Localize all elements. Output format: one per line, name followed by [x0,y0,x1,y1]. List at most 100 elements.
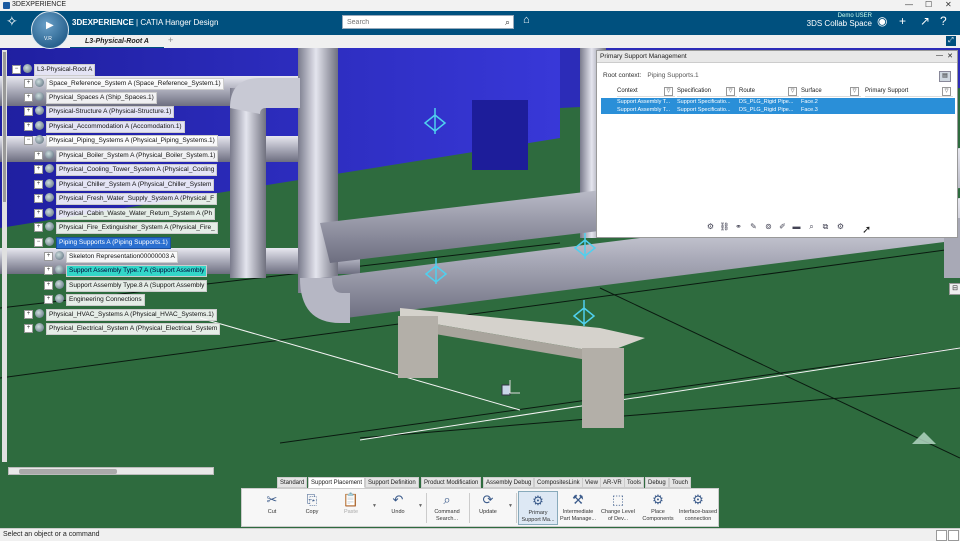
tree-node-label[interactable]: Physical_Fresh_Water_Supply_System A (Ph… [56,193,218,205]
tree-node-label[interactable]: Physical-Structure A (Physical-Structure… [46,106,175,118]
link-icon[interactable]: ⛓ [719,221,730,232]
expand-toggle[interactable]: + [34,194,43,203]
undo-button[interactable]: ↶ Undo [378,491,418,516]
expand-toggle[interactable]: + [44,281,53,290]
connect-icon[interactable]: ⚭ [733,221,744,232]
user-info[interactable]: Demo USER 3DS Collab Space [790,13,872,28]
tab-assembly-debug[interactable]: Assembly Debug [483,477,535,488]
compass-icon[interactable]: ▶ V.R [31,11,69,49]
tree-node-label[interactable]: Skeleton Representation00000003 A [66,251,178,263]
expand-toggle[interactable]: + [24,93,33,102]
tree-horizontal-scrollbar[interactable] [8,467,214,475]
search-input[interactable] [343,16,501,28]
table-row[interactable]: Support Assembly T... Support Specificat… [601,106,955,114]
tab-touch[interactable]: Touch [669,477,692,488]
select-root-button[interactable]: ▤ [939,71,951,82]
add-tab-button[interactable]: + [168,35,173,45]
expand-toggle[interactable]: + [34,180,43,189]
tree-node-label[interactable]: Physical_HVAC_Systems A (Physical_HVAC_S… [46,309,217,321]
interface-based-connection-button[interactable]: ⚙ Interface-based connection [678,491,718,522]
tree-node-label[interactable]: Physical_Boiler_System A (Physical_Boile… [56,150,219,162]
tree-node-label[interactable]: Physical_Cabin_Waste_Water_Return_System… [56,208,216,220]
expand-toggle[interactable]: − [24,136,33,145]
tree-node-label[interactable]: Engineering Connections [66,294,145,306]
tab-support-placement[interactable]: Support Placement [308,477,366,488]
create-support-icon[interactable]: ⚙ [705,221,716,232]
tree-node-label[interactable]: Support Assembly Type.8 A (Support Assem… [66,280,208,292]
pin-icon[interactable]: ⊚ [763,221,774,232]
expand-toggle[interactable]: + [24,79,33,88]
status-toggle-2[interactable] [948,530,959,541]
avatar-icon[interactable]: ◉ [877,14,887,28]
close-panel-icon[interactable]: ✕ [947,51,953,62]
edit-icon[interactable]: ✎ [748,221,759,232]
change-level-of-development-button[interactable]: ⬚ Change Level of Dev... [598,491,638,522]
filter-icon[interactable]: ▽ [664,87,673,96]
place-components-button[interactable]: ⚙ Place Components [638,491,678,522]
tree-node-label[interactable]: L3-Physical-Root A [34,64,96,76]
table-row[interactable]: Support Assembly T... Support Specificat… [601,98,955,106]
update-button[interactable]: ⟳ Update [468,491,508,516]
add-icon[interactable]: + [899,14,906,28]
filter-icon[interactable]: ▽ [788,87,797,96]
cut-button[interactable]: ✂ Cut [252,491,292,516]
close-window-button[interactable]: ✕ [945,0,952,9]
column-header-route[interactable]: Route ▽ [739,86,799,97]
tab-standard[interactable]: Standard [277,477,308,488]
intermediate-part-management-button[interactable]: ⚒ Intermediate Part Manage... [558,491,598,522]
3ds-logo-icon[interactable]: ✧ [6,13,18,30]
primary-support-management-button[interactable]: ⚙ Primary Support Ma... [518,491,558,525]
expand-toggle[interactable]: + [24,122,33,131]
tree-node-label[interactable]: Physical_Spaces A (Ship_Spaces.1) [46,92,157,104]
command-search-button[interactable]: ⌕ Command Search... [427,491,467,522]
expand-toggle[interactable]: + [24,324,33,333]
tree-node-label[interactable]: Space_Reference_System A (Space_Referenc… [46,78,224,90]
tab-compositeslink[interactable]: CompositesLink [534,477,583,488]
tree-node-label[interactable]: Physical_Fire_Extinguisher_System A (Phy… [56,222,218,234]
tab-product-modification[interactable]: Product Modification [421,477,482,488]
tree-node-label[interactable]: Support Assembly Type.7 A (Support Assem… [66,265,208,277]
fullscreen-icon[interactable]: ⤢ [946,36,956,46]
share-icon[interactable]: ↗ [920,14,930,28]
tree-node-label[interactable]: Physical_Chiller_System A (Physical_Chil… [56,179,215,191]
filter-icon[interactable]: ▽ [850,87,859,96]
expand-toggle[interactable]: − [34,238,43,247]
expand-toggle[interactable]: − [12,65,21,74]
expand-toggle[interactable]: + [44,252,53,261]
tree-node-label[interactable]: Physical_Piping_Systems A (Physical_Pipi… [46,135,218,147]
tab-view[interactable]: View [582,477,601,488]
search-box[interactable]: ⌕ [342,15,514,29]
expand-toggle[interactable]: + [24,107,33,116]
tab-support-definition[interactable]: Support Definition [365,477,419,488]
zoom-icon[interactable]: ⌕ [806,221,817,232]
filter-icon[interactable]: ▽ [942,87,951,96]
column-header-surface[interactable]: Surface ▽ [801,86,861,97]
expand-toggle[interactable]: + [44,295,53,304]
filter-icon[interactable]: ▽ [726,87,735,96]
tree-node-label[interactable]: Physical_Accommodation A (Accomodation.1… [46,121,185,133]
expand-toggle[interactable]: + [34,209,43,218]
expand-toggle[interactable]: + [24,310,33,319]
tag-icon[interactable]: ⌂ [523,14,530,26]
undo-dropdown-icon[interactable]: ▼ [418,503,423,509]
remove-icon[interactable]: ▬ [791,221,802,232]
search-icon[interactable]: ⌕ [505,17,510,28]
paste-dropdown-icon[interactable]: ▼ [372,503,377,509]
settings-icon[interactable]: ⚙ [835,221,846,232]
paste-button[interactable]: 📋 Paste [331,491,371,516]
help-icon[interactable]: ? [940,14,947,28]
minimize-button[interactable]: — [905,0,913,9]
column-header-context[interactable]: Context ▽ [617,86,675,97]
maximize-button[interactable]: ☐ [925,0,932,9]
panel-header[interactable]: Primary Support Management — ✕ [597,51,957,63]
tab-ar-vr[interactable]: AR-VR [600,477,625,488]
copy-icon[interactable]: ⧉ [820,221,831,232]
tree-vertical-scrollbar[interactable] [2,50,7,462]
side-panel-icon[interactable]: ⊟ [949,283,960,295]
update-dropdown-icon[interactable]: ▼ [508,503,513,509]
expand-toggle[interactable]: + [34,165,43,174]
column-header-primary-support[interactable]: Primary Support ▽ [865,86,953,97]
tree-node-label[interactable]: Physical_Electrical_System A (Physical_E… [46,323,221,335]
play-icon[interactable]: ▶ [46,20,54,31]
collab-space-selector[interactable]: 3DS Collab Space [790,19,872,28]
